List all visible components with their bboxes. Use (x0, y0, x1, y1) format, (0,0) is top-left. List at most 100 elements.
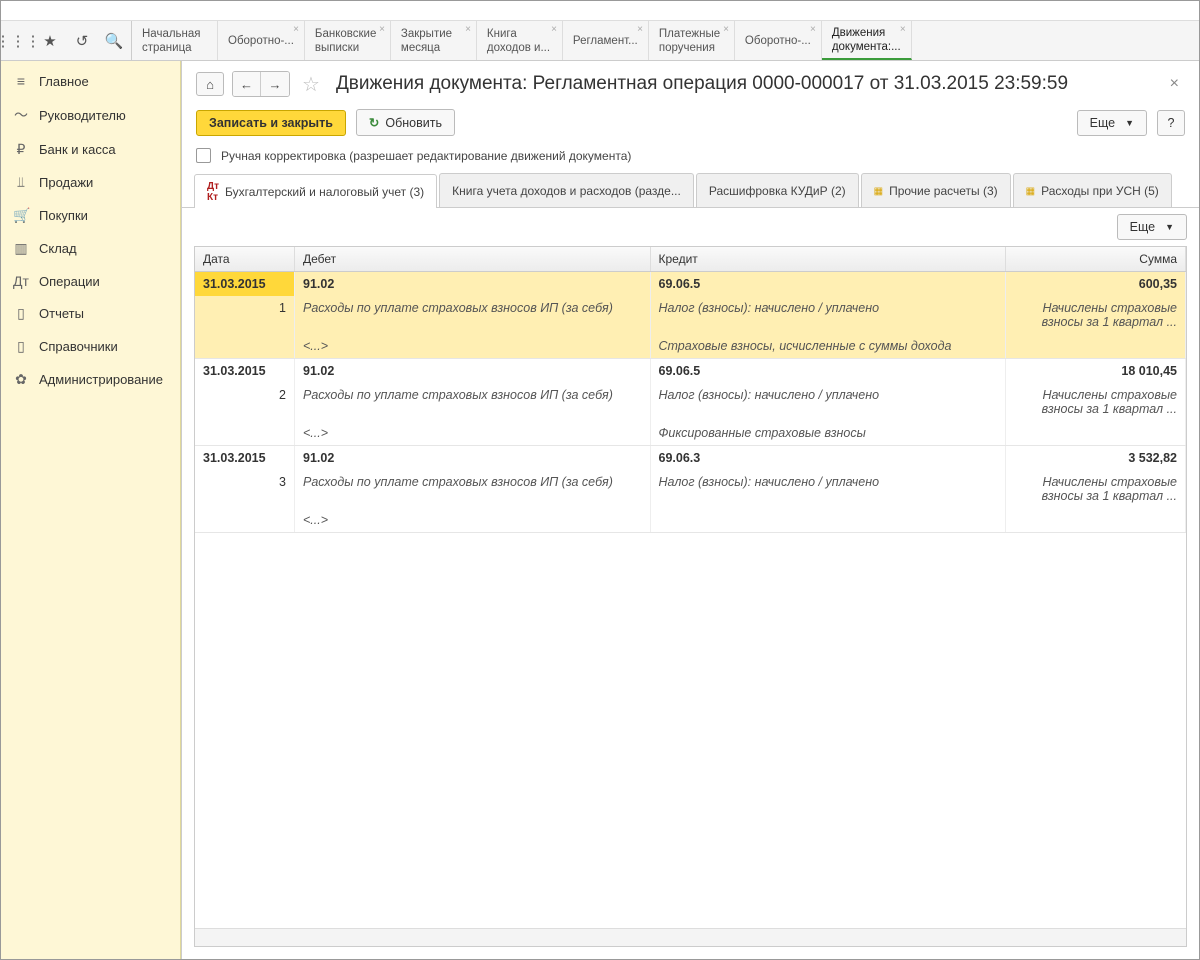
table-entry[interactable]: 31.03.201591.0269.06.5600,351Расходы по … (195, 272, 1186, 359)
cell-credit-analytics2: Фиксированные страховые взносы (651, 421, 1007, 445)
grid-more-label: Еще (1130, 220, 1155, 234)
table-entry[interactable]: 31.03.201591.0269.06.518 010,452Расходы … (195, 359, 1186, 446)
window-tab[interactable]: ×Книгадоходов и... (477, 21, 563, 60)
window-tab[interactable]: ×Движениядокумента:... (822, 21, 912, 60)
detail-tab[interactable]: Расшифровка КУДиР (2) (696, 173, 859, 207)
sidebar-item[interactable]: ≡Главное (1, 65, 180, 97)
table: Дата Дебет Кредит Сумма 31.03.201591.026… (194, 246, 1187, 947)
tab-label-2: месяца (401, 41, 466, 55)
sidebar-item-icon: Дт (13, 273, 29, 289)
help-button[interactable]: ? (1157, 110, 1185, 136)
sidebar-item-label: Склад (39, 241, 77, 256)
cell-credit-analytics2 (651, 508, 1007, 532)
quick-access: ⋮⋮⋮ ★ ↺ 🔍 (1, 21, 132, 60)
toolbar: Записать и закрыть ↻ Обновить Еще ▼ ? (182, 105, 1199, 146)
cell-debit-analytics2: <...> (295, 334, 651, 358)
col-credit[interactable]: Кредит (651, 247, 1007, 271)
sidebar-item-icon: 🛒 (13, 207, 29, 224)
cell-rownum: 3 (195, 470, 295, 508)
search-icon[interactable]: 🔍 (105, 32, 123, 50)
refresh-icon: ↻ (369, 115, 379, 130)
col-date[interactable]: Дата (195, 247, 295, 271)
window-tab[interactable]: Начальнаястраница (132, 21, 218, 60)
window-tab[interactable]: ×Закрытиемесяца (391, 21, 477, 60)
cell-debit-analytics2: <...> (295, 508, 651, 532)
window-tabs: Начальнаястраница×Оборотно-...×Банковски… (132, 21, 1199, 60)
grid-more-button[interactable]: Еще ▼ (1117, 214, 1187, 240)
tab-close-icon[interactable]: × (723, 24, 729, 37)
cell-credit-account: 69.06.5 (651, 272, 1007, 296)
window-tab[interactable]: ×Оборотно-... (735, 21, 822, 60)
cell-note: Начислены страховые взносы за 1 квартал … (1006, 296, 1186, 334)
tab-close-icon[interactable]: × (293, 24, 299, 37)
favorite-toggle-icon[interactable]: ☆ (302, 72, 320, 97)
sidebar-item[interactable]: ▥Склад (1, 232, 180, 265)
forward-button[interactable]: → (261, 72, 289, 96)
tab-label-2: доходов и... (487, 41, 552, 55)
sidebar-item-label: Продажи (39, 175, 93, 190)
manual-correction-checkbox[interactable] (196, 148, 211, 163)
chevron-down-icon: ▼ (1165, 222, 1174, 232)
home-button[interactable]: ⌂ (196, 72, 224, 96)
sidebar-item[interactable]: ₽Банк и касса (1, 133, 180, 166)
save-close-button[interactable]: Записать и закрыть (196, 110, 346, 136)
cell-debit-analytics2: <...> (295, 421, 651, 445)
cell-credit-analytics: Налог (взносы): начислено / уплачено (651, 296, 1007, 334)
tab-label: Банковские (315, 27, 380, 41)
sidebar-item[interactable]: ✿Администрирование (1, 363, 180, 396)
window-titlebar (1, 1, 1199, 21)
table-entry[interactable]: 31.03.201591.0269.06.33 532,823Расходы п… (195, 446, 1186, 533)
cell-date: 31.03.2015 (195, 272, 295, 296)
star-icon[interactable]: ★ (41, 32, 59, 50)
tab-close-icon[interactable]: × (379, 24, 385, 37)
tab-label: Оборотно-... (745, 34, 811, 48)
back-button[interactable]: ← (233, 72, 261, 96)
detail-tab[interactable]: ДтКтБухгалтерский и налоговый учет (3) (194, 174, 437, 208)
manual-correction-row: Ручная корректировка (разрешает редактир… (182, 146, 1199, 173)
refresh-button[interactable]: ↻ Обновить (356, 109, 455, 136)
tab-close-icon[interactable]: × (810, 24, 816, 37)
table-body[interactable]: 31.03.201591.0269.06.5600,351Расходы по … (195, 272, 1186, 928)
window-tab[interactable]: ×Банковскиевыписки (305, 21, 391, 60)
chevron-down-icon: ▼ (1125, 118, 1134, 128)
close-page-button[interactable]: × (1164, 75, 1185, 93)
tab-label-2: выписки (315, 41, 380, 55)
horizontal-scrollbar[interactable] (195, 928, 1186, 946)
more-button[interactable]: Еще ▼ (1077, 110, 1147, 136)
detail-tab-label: Расшифровка КУДиР (2) (709, 184, 846, 198)
tab-label: Движения (832, 26, 901, 40)
col-sum[interactable]: Сумма (1006, 247, 1186, 271)
detail-tab[interactable]: ▦Прочие расчеты (3) (861, 173, 1011, 207)
window-tab[interactable]: ×Платежныепоручения (649, 21, 735, 60)
detail-tab-label: Расходы при УСН (5) (1041, 184, 1159, 198)
cell-credit-analytics: Налог (взносы): начислено / уплачено (651, 383, 1007, 421)
apps-icon[interactable]: ⋮⋮⋮ (9, 32, 27, 50)
main: ⌂ ← → ☆ Движения документа: Регламентная… (181, 61, 1199, 959)
detail-tab[interactable]: ▦Расходы при УСН (5) (1013, 173, 1172, 207)
sidebar-item[interactable]: 🛒Покупки (1, 199, 180, 232)
body: ≡Главное〜Руководителю₽Банк и касса⫫Прода… (1, 61, 1199, 959)
history-icon[interactable]: ↺ (73, 32, 91, 50)
window-tab[interactable]: ×Регламент... (563, 21, 649, 60)
grid-toolbar: Еще ▼ (194, 208, 1187, 246)
sidebar-item[interactable]: ДтОперации (1, 265, 180, 297)
app-window: ⋮⋮⋮ ★ ↺ 🔍 Начальнаястраница×Оборотно-...… (0, 0, 1200, 960)
manual-correction-label: Ручная корректировка (разрешает редактир… (221, 149, 631, 163)
tab-label: Платежные (659, 27, 724, 41)
sidebar-item[interactable]: ▯Отчеты (1, 297, 180, 330)
sidebar-item[interactable]: ▯Справочники (1, 330, 180, 363)
sidebar-item-icon: ✿ (13, 371, 29, 388)
refresh-label: Обновить (385, 116, 442, 130)
cell-sum: 600,35 (1006, 272, 1186, 296)
cell-note: Начислены страховые взносы за 1 квартал … (1006, 383, 1186, 421)
detail-tab[interactable]: Книга учета доходов и расходов (разде... (439, 173, 694, 207)
window-tab[interactable]: ×Оборотно-... (218, 21, 305, 60)
tab-close-icon[interactable]: × (551, 24, 557, 37)
tab-close-icon[interactable]: × (900, 24, 906, 37)
tab-close-icon[interactable]: × (637, 24, 643, 37)
more-label: Еще (1090, 116, 1115, 130)
sidebar-item[interactable]: ⫫Продажи (1, 166, 180, 199)
col-debit[interactable]: Дебет (295, 247, 651, 271)
sidebar-item[interactable]: 〜Руководителю (1, 97, 180, 133)
tab-close-icon[interactable]: × (465, 24, 471, 37)
